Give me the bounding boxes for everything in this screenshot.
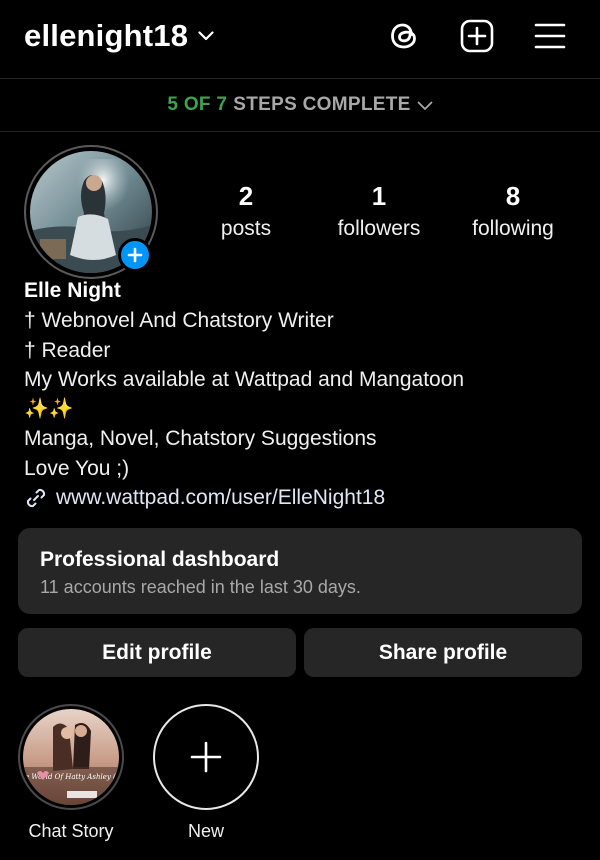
sparkles-emoji: ✨✨ <box>24 397 74 420</box>
link-icon <box>24 486 48 510</box>
following-label: following <box>472 217 554 240</box>
bio-line: † Webnovel And Chatstory Writer <box>24 309 334 332</box>
followers-label: followers <box>337 217 421 240</box>
dashboard-title: Professional dashboard <box>40 548 280 571</box>
new-highlight-label: New <box>187 821 224 841</box>
threads-icon[interactable] <box>384 16 424 56</box>
new-highlight-ring <box>153 704 259 810</box>
steps-label: STEPS COMPLETE <box>233 94 411 115</box>
bio-link[interactable]: www.wattpad.com/user/ElleNight18 <box>24 483 584 513</box>
bio: Elle Night † Webnovel And Chatstory Writ… <box>24 276 584 513</box>
bio-link-text: www.wattpad.com/user/ElleNight18 <box>56 486 386 509</box>
dashboard-subtitle: 11 accounts reached in the last 30 days. <box>40 577 361 597</box>
edit-profile-button[interactable]: Edit profile <box>18 628 296 677</box>
share-profile-button[interactable]: Share profile <box>304 628 582 677</box>
posts-label: posts <box>220 217 272 240</box>
add-story-button[interactable] <box>118 238 152 272</box>
chevron-down-icon <box>417 95 433 117</box>
bio-line: † Reader <box>24 338 111 362</box>
posts-count[interactable]: 2 posts <box>176 178 316 244</box>
divider <box>0 131 600 132</box>
create-post-icon[interactable] <box>457 16 497 56</box>
account-switcher[interactable]: ellenight18 <box>24 16 214 56</box>
new-highlight-button[interactable]: New <box>151 704 261 843</box>
following-count[interactable]: 8 following <box>443 178 583 244</box>
followers-value: 1 <box>371 181 387 211</box>
plus-icon <box>127 247 143 263</box>
top-bar: ellenight18 <box>0 0 600 78</box>
bio-line: Love You ;) <box>24 456 130 480</box>
plus-icon <box>190 741 222 773</box>
display-name: Elle Night <box>24 279 121 302</box>
username: ellenight18 <box>24 18 189 53</box>
highlight-label: Chat Story <box>28 821 114 841</box>
highlight-cover-text: In The World Of Hatty Ashley (-18+) <box>23 773 119 781</box>
following-value: 8 <box>505 181 521 211</box>
menu-icon[interactable] <box>530 16 570 56</box>
professional-dashboard[interactable]: Professional dashboard 11 accounts reach… <box>18 528 582 614</box>
highlight-ring: In The World Of Hatty Ashley (-18+) <box>18 704 124 810</box>
highlight-cover: In The World Of Hatty Ashley (-18+) <box>23 709 119 805</box>
steps-completed: 5 OF 7 <box>167 94 228 115</box>
bio-line: Manga, Novel, Chatstory Suggestions <box>24 427 377 450</box>
setup-progress[interactable]: 5 OF 7 STEPS COMPLETE <box>0 79 600 131</box>
posts-value: 2 <box>238 181 254 211</box>
bio-line: My Works available at Wattpad and Mangat… <box>24 368 465 391</box>
story-highlight[interactable]: In The World Of Hatty Ashley (-18+) Chat… <box>16 704 126 843</box>
followers-count[interactable]: 1 followers <box>309 178 449 244</box>
chevron-down-icon <box>198 28 214 46</box>
